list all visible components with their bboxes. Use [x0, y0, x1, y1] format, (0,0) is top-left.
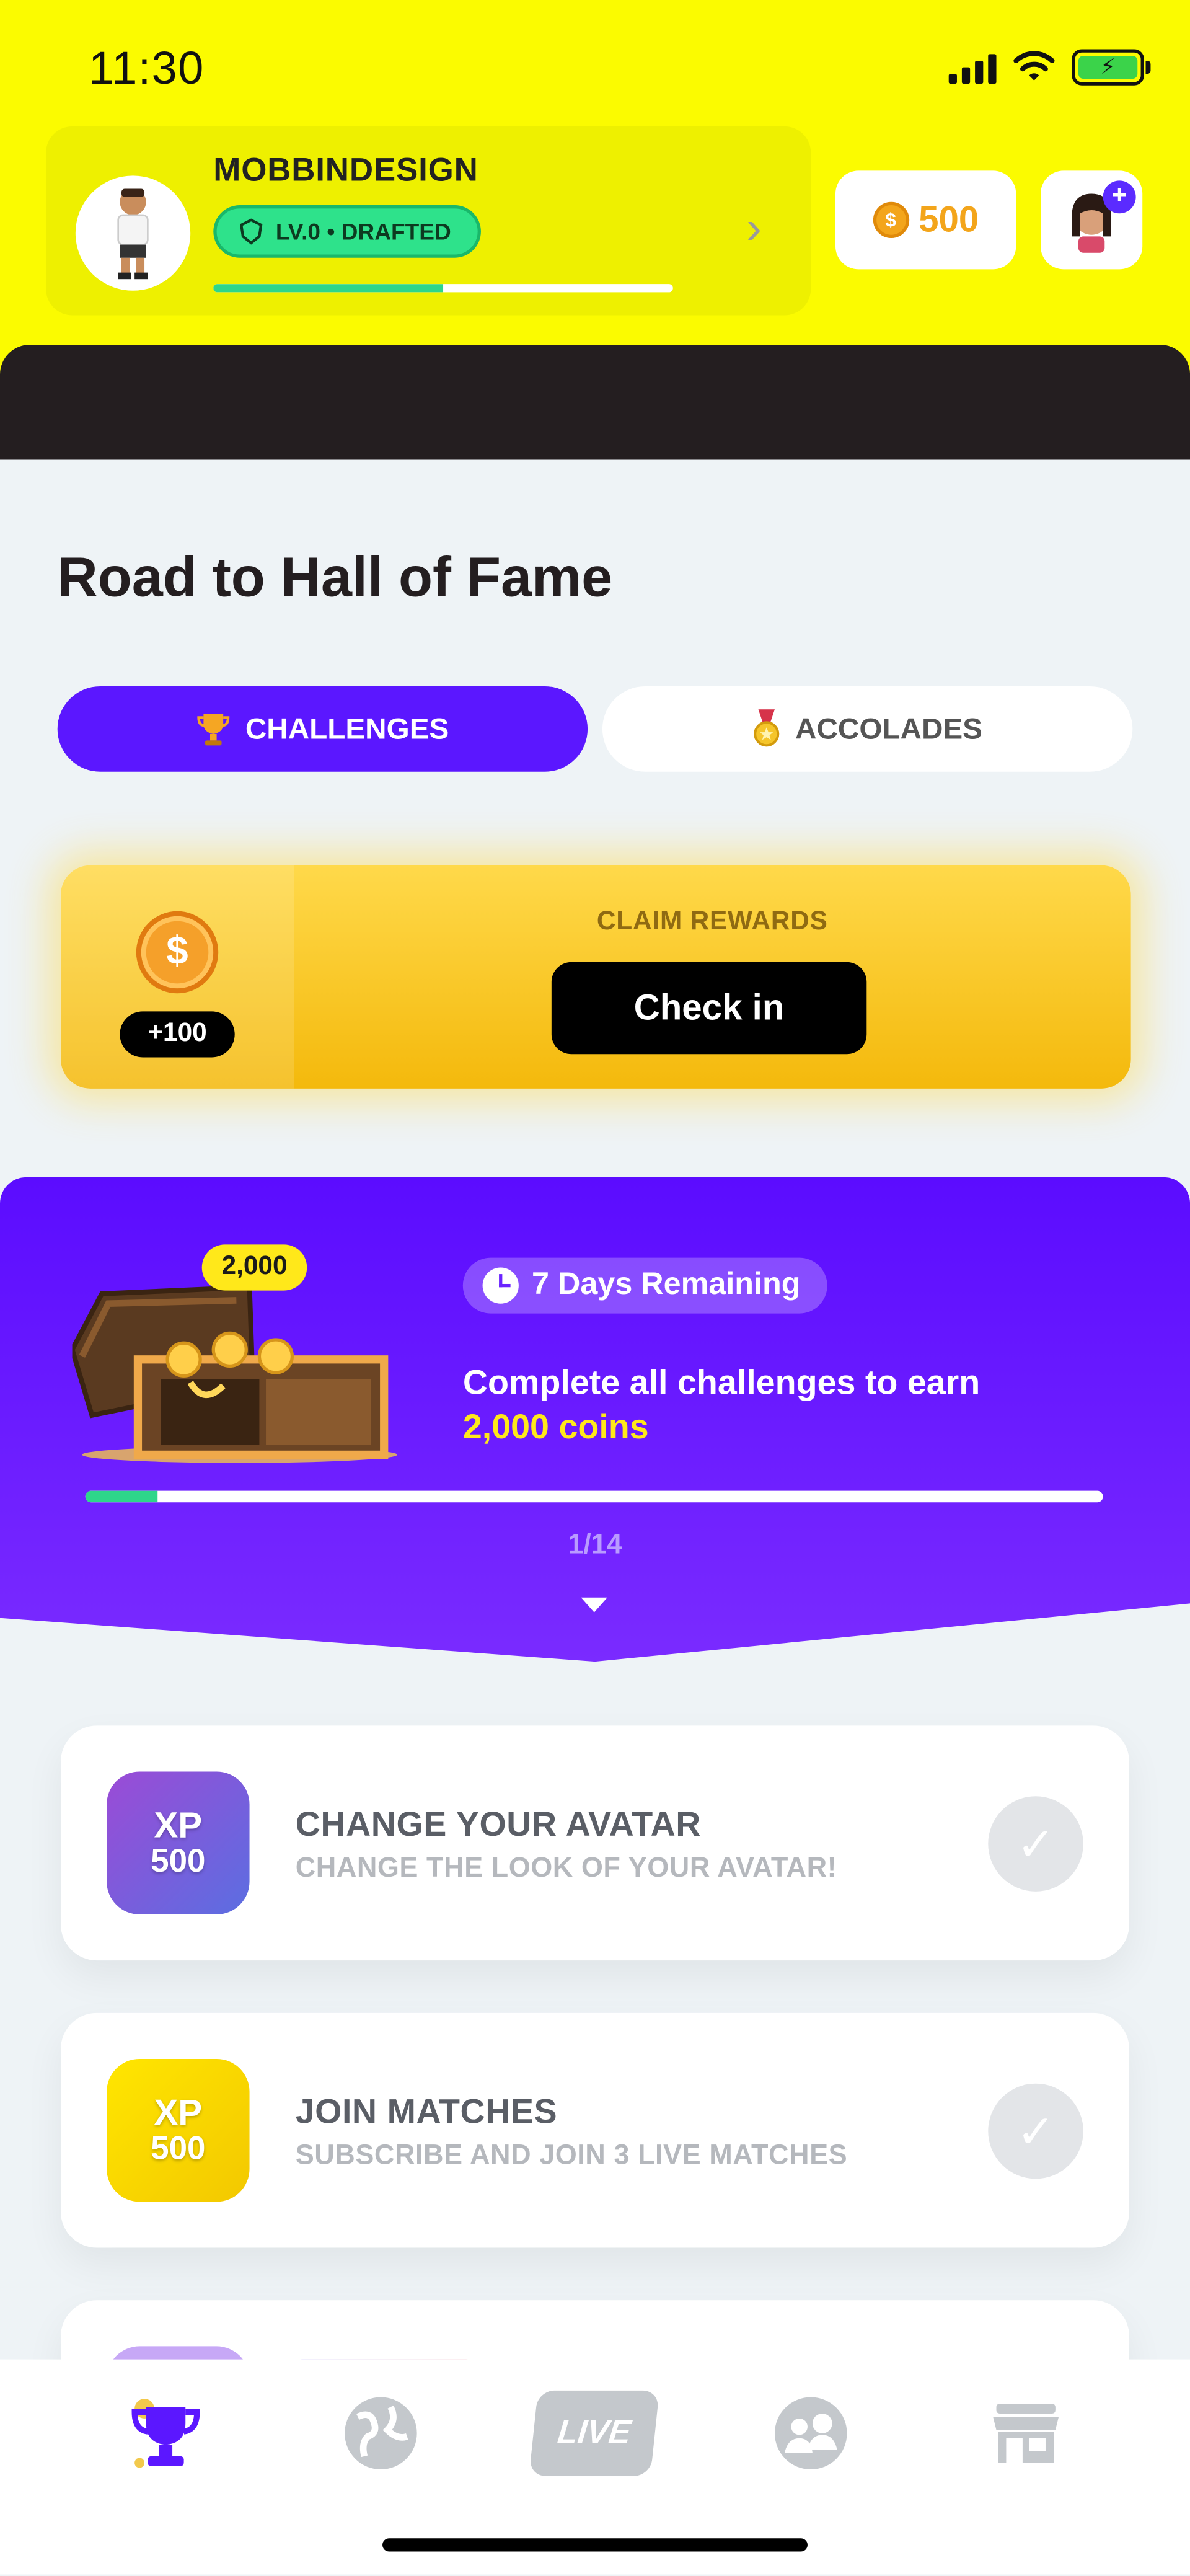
profile-card[interactable]: MOBBINDESIGN LV.0 • DRAFTED › — [46, 126, 811, 316]
coin-balance-value: 500 — [919, 198, 979, 240]
level-badge: LV.0 • DRAFTED — [213, 205, 481, 258]
medal-icon — [754, 709, 780, 747]
coin-balance[interactable]: $ 500 — [835, 170, 1016, 270]
chest-amount-bubble: 2,000 — [201, 1244, 307, 1291]
player-avatar-icon — [117, 188, 149, 280]
challenge-progress-bar — [85, 1490, 1103, 1503]
days-remaining-badge: 7 Days Remaining — [462, 1257, 827, 1314]
status-icons: ⚡ — [948, 49, 1151, 86]
checkmark-icon: ✓ — [988, 2083, 1083, 2179]
xp-reward-tile: XP 500 — [107, 1771, 250, 1914]
treasure-chest-icon — [72, 1285, 397, 1463]
claim-rewards-label: CLAIM REWARDS — [596, 908, 828, 936]
header: 11:30 ⚡ MOBBINDESIGN LV.0 • DRAFTED › $ … — [0, 0, 1190, 378]
task-subtitle: CHANGE THE LOOK OF YOUR AVATAR! — [295, 1852, 837, 1883]
task-title: CHANGE YOUR AVATAR — [295, 1806, 701, 1844]
battery-icon: ⚡ — [1072, 49, 1151, 86]
plus-icon: + — [1103, 180, 1136, 214]
xp-amount: 500 — [151, 1843, 206, 1879]
xp-reward-tile: XP 500 — [107, 2058, 250, 2202]
store-icon — [993, 2404, 1059, 2463]
friends-icon — [774, 2397, 847, 2470]
live-icon: LIVE — [529, 2390, 659, 2476]
tab-trophy[interactable] — [125, 2392, 206, 2474]
page-title: Road to Hall of Fame — [57, 546, 613, 609]
dark-banner — [0, 345, 1190, 460]
coin-icon: $ — [872, 201, 909, 239]
shield-icon — [239, 218, 263, 245]
xp-label: XP — [154, 2091, 203, 2132]
challenge-progress-label: 1/14 — [568, 1528, 622, 1560]
days-remaining-label: 7 Days Remaining — [532, 1267, 801, 1303]
wifi-icon — [1013, 51, 1055, 81]
claim-rewards-card: $ +100 CLAIM REWARDS Check in — [60, 865, 1131, 1089]
checkmark-icon: ✓ — [988, 1796, 1083, 1892]
challenge-reward-highlight: 2,000 coins — [462, 1409, 649, 1447]
task-card-join-matches[interactable]: XP 500 JOIN MATCHES SUBSCRIBE AND JOIN 3… — [60, 2012, 1130, 2248]
add-avatar-button[interactable]: + — [1041, 170, 1143, 270]
app-screen: 11:30 ⚡ MOBBINDESIGN LV.0 • DRAFTED › $ … — [0, 0, 1190, 2575]
challenge-description: Complete all challenges to earn 2,000 co… — [463, 1361, 1152, 1450]
coin-icon: $ — [136, 911, 219, 994]
tab-globe[interactable] — [340, 2392, 421, 2474]
tab-live[interactable]: LIVE — [529, 2390, 659, 2476]
task-subtitle: SUBSCRIBE AND JOIN 3 LIVE MATCHES — [295, 2139, 848, 2171]
chevron-right-icon: › — [746, 201, 762, 253]
challenge-progress-panel: 2,000 7 Days Remaining Complete all chal… — [0, 1177, 1190, 1662]
chevron-down-icon[interactable] — [581, 1597, 607, 1613]
signal-icon — [948, 51, 997, 84]
tab-challenges[interactable]: CHALLENGES — [57, 686, 588, 772]
level-badge-label: LV.0 • DRAFTED — [275, 218, 451, 245]
trophy-icon — [131, 2399, 200, 2468]
avatar — [75, 175, 191, 291]
xp-progress-bar — [213, 284, 673, 293]
xp-label: XP — [154, 1804, 203, 1845]
task-card-change-avatar[interactable]: XP 500 CHANGE YOUR AVATAR CHANGE THE LOO… — [60, 1725, 1130, 1961]
globe-icon — [345, 2397, 417, 2470]
username: MOBBINDESIGN — [213, 153, 478, 189]
home-indicator[interactable] — [382, 2538, 808, 2552]
reward-amount: +100 — [120, 1011, 235, 1058]
check-in-button[interactable]: Check in — [551, 962, 867, 1055]
xp-amount: 500 — [151, 2130, 206, 2167]
trophy-icon — [198, 714, 231, 746]
tab-friends[interactable] — [770, 2392, 852, 2474]
tab-challenges-label: CHALLENGES — [245, 712, 449, 745]
tab-store[interactable] — [985, 2392, 1067, 2474]
challenge-headline: Complete all challenges to earn — [462, 1364, 981, 1402]
status-time: 11:30 — [89, 42, 205, 94]
tab-accolades[interactable]: ACCOLADES — [602, 686, 1133, 772]
challenge-progress-fill — [85, 1490, 158, 1503]
task-title: JOIN MATCHES — [295, 2093, 558, 2131]
clock-icon — [482, 1267, 519, 1304]
xp-progress-fill — [213, 284, 444, 293]
tab-accolades-label: ACCOLADES — [795, 712, 983, 745]
